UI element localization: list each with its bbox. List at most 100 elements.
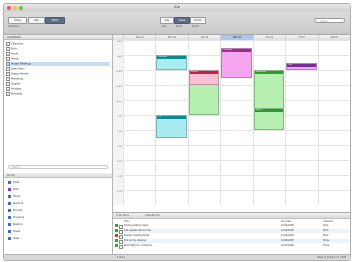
- done-checkbox[interactable]: [119, 224, 123, 229]
- view-week-button[interactable]: Week: [45, 17, 65, 24]
- task-list-item[interactable]: Shopping: [8, 216, 24, 220]
- task-list-item[interactable]: Ideas: [8, 237, 19, 241]
- checkbox-icon[interactable]: [6, 52, 10, 56]
- checkbox-icon[interactable]: [6, 47, 10, 51]
- priority-icon: [115, 224, 118, 227]
- calendar-item[interactable]: Support: [6, 82, 110, 86]
- search-field[interactable]: ⚲ Search: [314, 18, 345, 23]
- task-list-item[interactable]: Work: [8, 188, 19, 192]
- task-item-label: Ideas: [13, 237, 20, 240]
- calendar-event[interactable]: Call: [286, 62, 317, 70]
- title-bar: iCal: [4, 4, 350, 12]
- todo-row[interactable]: Call supplier about order 10/15/2008 Work: [113, 229, 350, 234]
- day-column-divider: [123, 40, 124, 205]
- hour-line: [123, 145, 350, 146]
- todo-title: Book flight for conference: [124, 244, 153, 247]
- status-range: Week of October 12, 2008: [317, 256, 346, 259]
- calendar-item[interactable]: Home: [6, 52, 110, 56]
- calendar-info-tab[interactable]: Calendar Info: [145, 213, 160, 218]
- checkbox-icon[interactable]: [6, 77, 10, 81]
- hour-label: 10 AM: [115, 71, 122, 73]
- task-color-swatch: [8, 237, 11, 240]
- todo-title: Call supplier about order: [124, 229, 152, 232]
- done-checkbox[interactable]: [119, 229, 123, 234]
- todo-calendar: Work: [323, 224, 329, 227]
- status-bar: 5 items Week of October 12, 2008: [4, 254, 350, 260]
- calendar-event[interactable]: 1:1: [156, 115, 187, 138]
- calendar-item[interactable]: Holidays: [6, 87, 110, 91]
- todo-due-date: 10/17/2008: [281, 244, 294, 247]
- task-item-label: Work: [13, 188, 20, 191]
- calendar-filter-field[interactable]: Search: [8, 165, 108, 169]
- calendar-item[interactable]: Family: [6, 57, 110, 61]
- today-button[interactable]: Today: [8, 17, 27, 24]
- nav-day-button[interactable]: Day: [160, 17, 174, 24]
- task-item-label: Home: [13, 195, 21, 198]
- calendar-item[interactable]: Work: [6, 47, 110, 51]
- calendar-event[interactable]: Review: [188, 70, 220, 85]
- checkbox-icon[interactable]: [6, 92, 10, 96]
- task-list-item[interactable]: Personal: [8, 202, 23, 206]
- calendar-item[interactable]: Marketing: [6, 77, 110, 81]
- calendar-item-label: Sales Team: [11, 67, 25, 71]
- calendar-item[interactable]: Design Review: [6, 72, 110, 76]
- calendar-item-label: Project Meetings: [11, 62, 31, 66]
- calendar-item-label: Home: [11, 52, 19, 56]
- toolbar-label-week: Week: [176, 25, 182, 28]
- nav-month-button[interactable]: Month: [190, 17, 206, 24]
- search-placeholder: Search: [320, 20, 328, 23]
- hour-label: 11 AM: [115, 86, 122, 88]
- task-list-item[interactable]: Travel: [8, 230, 20, 234]
- todo-tab[interactable]: To Do Items: [116, 213, 129, 218]
- calendar-item[interactable]: Sales Team: [6, 67, 110, 71]
- toolbar-label-month: Month: [192, 25, 199, 28]
- sidebar: CALENDARS Calendars Work Home Family Project…: [4, 35, 113, 260]
- checkbox-icon[interactable]: [6, 42, 10, 46]
- calendar-item[interactable]: Birthdays: [6, 92, 110, 96]
- checkbox-icon[interactable]: [6, 87, 10, 91]
- checkbox-icon[interactable]: [6, 57, 10, 61]
- task-list-item[interactable]: Errands: [8, 209, 22, 213]
- calendar-item-label: Design Review: [11, 72, 29, 76]
- event-title: Standup: [157, 56, 186, 59]
- calendar-item[interactable]: Project Meetings: [6, 62, 110, 66]
- todo-calendar: Home: [323, 239, 330, 242]
- event-title: Call: [287, 63, 316, 67]
- done-checkbox[interactable]: [119, 244, 123, 249]
- calendar-item-label: Holidays: [11, 87, 22, 91]
- todo-due-date: 10/16/2008: [281, 239, 294, 242]
- todo-title: Prepare meeting slides: [124, 234, 150, 237]
- task-list-item[interactable]: Reading: [8, 223, 23, 227]
- todo-row[interactable]: Prepare meeting slides 10/15/2008 Work: [113, 234, 350, 239]
- hour-label: 6 PM: [116, 191, 122, 193]
- hour-line: [123, 160, 350, 161]
- task-color-swatch: [8, 195, 11, 198]
- todo-row[interactable]: Finish quarterly report 10/14/2008 Work: [113, 224, 350, 229]
- view-day-button[interactable]: Day: [28, 17, 45, 24]
- task-list-item[interactable]: Tasks: [8, 181, 19, 185]
- calendar-event[interactable]: Demo: [253, 107, 285, 130]
- task-item-label: Shopping: [13, 216, 25, 219]
- todo-table-header: To Do Items Calendar Info Title Due Date…: [113, 213, 350, 223]
- done-checkbox[interactable]: [119, 234, 123, 239]
- calendar-event[interactable]: Standup: [156, 55, 187, 70]
- done-checkbox[interactable]: [119, 239, 123, 244]
- checkbox-icon[interactable]: [6, 62, 10, 66]
- priority-icon: [115, 244, 118, 247]
- todo-row[interactable]: Book flight for conference 10/17/2008 Trav…: [113, 244, 350, 249]
- task-item-label: Errands: [13, 209, 23, 212]
- toolbar-label-calendars: Calendars: [8, 25, 19, 28]
- nav-week-button[interactable]: Week: [174, 17, 190, 24]
- calendar-event[interactable]: Planning: [221, 47, 252, 78]
- toolbar-label-day: Day: [162, 25, 167, 28]
- checkbox-icon[interactable]: [6, 72, 10, 76]
- hour-line: [123, 175, 350, 176]
- task-list-item[interactable]: Home: [8, 195, 20, 199]
- calendar-item-label: Support: [11, 82, 21, 86]
- priority-icon: [115, 234, 118, 237]
- checkbox-icon[interactable]: [6, 67, 10, 71]
- todo-row[interactable]: Pick up dry cleaning 10/16/2008 Home: [113, 239, 350, 244]
- calendar-item-label: Work: [11, 47, 18, 51]
- calendar-item[interactable]: Calendars: [6, 42, 110, 46]
- checkbox-icon[interactable]: [6, 82, 10, 86]
